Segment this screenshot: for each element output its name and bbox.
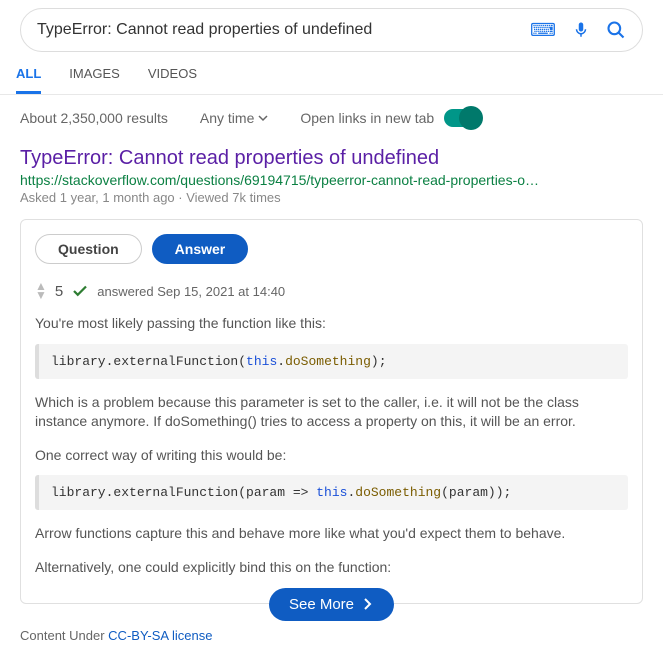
result-url[interactable]: https://stackoverflow.com/questions/6919… xyxy=(20,172,643,188)
answer-body: You're most likely passing the function … xyxy=(35,314,628,578)
code-block-1: library.externalFunction(this.doSomethin… xyxy=(35,344,628,379)
license-prefix: Content Under xyxy=(20,628,108,643)
tabs: ALL IMAGES VIDEOS xyxy=(0,52,663,95)
answer-p4: Arrow functions capture this and behave … xyxy=(35,524,628,544)
search-result: TypeError: Cannot read properties of und… xyxy=(0,141,663,205)
search-icon[interactable] xyxy=(606,20,626,40)
see-more-wrap: See More xyxy=(35,588,628,621)
question-pill[interactable]: Question xyxy=(35,234,142,264)
result-title-link[interactable]: TypeError: Cannot read properties of und… xyxy=(20,147,439,169)
vote-row: ▲▼ 5 answered Sep 15, 2021 at 14:40 xyxy=(35,282,628,300)
chevron-down-icon xyxy=(258,113,268,123)
answer-p3: One correct way of writing this would be… xyxy=(35,446,628,466)
open-links-toggle[interactable] xyxy=(444,109,480,127)
answer-card: Question Answer ▲▼ 5 answered Sep 15, 20… xyxy=(20,219,643,604)
tab-images[interactable]: IMAGES xyxy=(69,66,120,94)
search-icons: ⌨ xyxy=(530,20,626,41)
vote-count: 5 xyxy=(55,283,63,300)
answer-p2: Which is a problem because this paramete… xyxy=(35,393,628,432)
tab-videos[interactable]: VIDEOS xyxy=(148,66,197,94)
accepted-check-icon xyxy=(71,282,89,300)
code-block-2: library.externalFunction(param => this.d… xyxy=(35,475,628,510)
answer-p1: You're most likely passing the function … xyxy=(35,314,628,334)
search-input[interactable] xyxy=(37,21,530,39)
answered-meta: answered Sep 15, 2021 at 14:40 xyxy=(97,284,285,299)
see-more-label: See More xyxy=(289,596,354,613)
answer-pill[interactable]: Answer xyxy=(152,234,249,264)
keyboard-icon[interactable]: ⌨ xyxy=(530,20,556,41)
result-meta: Asked 1 year, 1 month ago · Viewed 7k ti… xyxy=(20,190,643,205)
result-count: About 2,350,000 results xyxy=(20,110,168,126)
license-link[interactable]: CC-BY-SA license xyxy=(108,628,212,643)
tab-all[interactable]: ALL xyxy=(16,66,41,94)
chevron-right-icon xyxy=(362,598,374,610)
see-more-button[interactable]: See More xyxy=(269,588,394,621)
mic-icon[interactable] xyxy=(572,21,590,39)
time-filter-label: Any time xyxy=(200,110,254,126)
toggle-knob xyxy=(459,106,483,130)
meta-row: About 2,350,000 results Any time Open li… xyxy=(0,95,663,141)
search-bar: ⌨ xyxy=(20,8,643,52)
time-filter[interactable]: Any time xyxy=(200,110,268,126)
vote-arrows-icon: ▲▼ xyxy=(35,282,47,300)
answer-p5: Alternatively, one could explicitly bind… xyxy=(35,558,628,578)
open-links-label: Open links in new tab xyxy=(300,110,434,126)
qa-pills: Question Answer xyxy=(35,234,628,264)
open-links-toggle-wrap: Open links in new tab xyxy=(300,109,480,127)
